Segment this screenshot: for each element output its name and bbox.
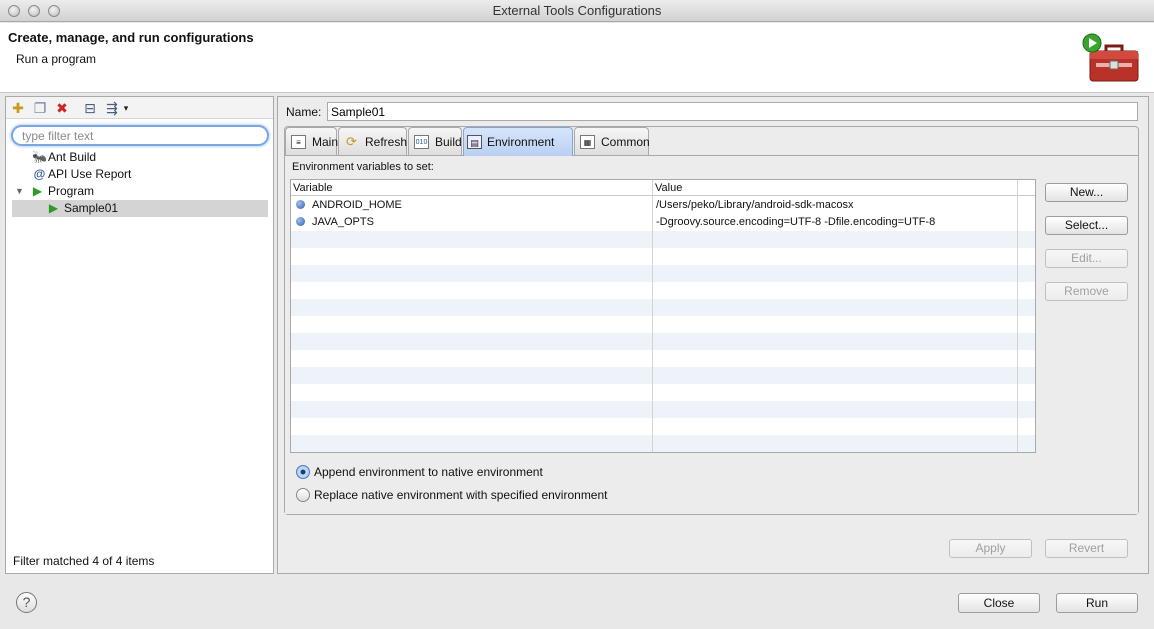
- tree-item-label: API Use Report: [48, 167, 132, 181]
- delete-configuration-icon[interactable]: ✖: [54, 100, 70, 116]
- table-row-empty: [291, 316, 1035, 333]
- close-window-icon[interactable]: [8, 5, 20, 17]
- value-cell: /Users/peko/Library/android-sdk-macosx: [656, 199, 854, 211]
- common-icon: ▦: [580, 135, 595, 149]
- program-run-icon: ▶: [32, 184, 43, 198]
- select-button[interactable]: Select...: [1045, 216, 1128, 235]
- variable-cell: ANDROID_HOME: [312, 199, 402, 211]
- append-environment-radio[interactable]: [296, 465, 310, 479]
- tree-item-sample01[interactable]: ▶ Sample01: [12, 200, 268, 217]
- zoom-window-icon[interactable]: [48, 5, 60, 17]
- header-title: Create, manage, and run configurations: [8, 30, 254, 45]
- name-input[interactable]: [327, 102, 1138, 121]
- tree-item-ant-build[interactable]: 🐜 Ant Build: [12, 149, 268, 166]
- environment-table[interactable]: Variable Value ANDROID_HOME /Users/peko/…: [290, 179, 1036, 453]
- environment-variables-label: Environment variables to set:: [292, 161, 434, 173]
- tab-refresh[interactable]: ⟳ Refresh: [338, 127, 407, 155]
- dialog-header: Create, manage, and run configurations R…: [0, 23, 1154, 93]
- ant-icon: 🐜: [32, 150, 47, 164]
- column-divider: [652, 180, 653, 452]
- tab-label: Build: [435, 135, 462, 149]
- table-row-empty: [291, 282, 1035, 299]
- variable-cell: JAVA_OPTS: [312, 216, 374, 228]
- name-label: Name:: [286, 105, 322, 119]
- configuration-toolbar: ✚ ❐ ✖ ⊟ ⇶ ▾: [6, 97, 273, 119]
- help-icon[interactable]: ?: [16, 592, 37, 613]
- title-bar: External Tools Configurations: [0, 0, 1154, 22]
- tab-common[interactable]: ▦ Common: [574, 127, 650, 155]
- configuration-editor-panel: Name: ≡ Main ⟳ Refresh 010 Build ▤ Envir…: [277, 96, 1149, 574]
- apply-button[interactable]: Apply: [949, 539, 1032, 558]
- variable-icon: [296, 217, 305, 226]
- table-row-empty: [291, 333, 1035, 350]
- remove-button[interactable]: Remove: [1045, 282, 1128, 301]
- table-row-empty: [291, 350, 1035, 367]
- tab-main[interactable]: ≡ Main: [285, 127, 339, 155]
- collapse-all-icon[interactable]: ⊟: [82, 100, 98, 116]
- filter-status: Filter matched 4 of 4 items: [13, 554, 155, 568]
- tab-build[interactable]: 010 Build: [408, 127, 462, 155]
- table-row-empty: [291, 401, 1035, 418]
- table-row-empty: [291, 231, 1035, 248]
- table-row-empty: [291, 418, 1035, 435]
- table-row-empty: [291, 299, 1035, 316]
- chevron-down-icon[interactable]: ▾: [118, 100, 134, 116]
- table-row-empty: [291, 265, 1035, 282]
- value-cell: -Dgroovy.source.encoding=UTF-8 -Dfile.en…: [656, 216, 936, 228]
- at-sign-icon: @: [33, 167, 46, 181]
- close-button[interactable]: Close: [958, 593, 1040, 613]
- table-row-empty: [291, 435, 1035, 452]
- run-button[interactable]: Run: [1056, 593, 1138, 613]
- column-header-variable[interactable]: Variable: [291, 180, 652, 196]
- tree-item-api-use-report[interactable]: @ API Use Report: [12, 166, 268, 183]
- tree-item-label: Ant Build: [48, 150, 97, 164]
- table-row-empty: [291, 367, 1035, 384]
- environment-icon: ▤: [467, 135, 482, 149]
- tree-item-label: Program: [48, 184, 95, 198]
- column-header-filler: [1018, 180, 1035, 196]
- replace-environment-label[interactable]: Replace native environment with specifie…: [314, 488, 608, 502]
- duplicate-configuration-icon[interactable]: ❐: [32, 100, 48, 116]
- tree-item-label: Sample01: [64, 201, 119, 215]
- tab-label: Main: [312, 135, 339, 149]
- tab-label: Refresh: [365, 135, 408, 149]
- new-configuration-icon[interactable]: ✚: [10, 100, 26, 116]
- tab-label: Environment: [487, 135, 555, 149]
- external-tools-icon: [1082, 33, 1139, 82]
- table-row-empty: [291, 384, 1035, 401]
- append-environment-label[interactable]: Append environment to native environment: [314, 465, 543, 479]
- configuration-list-panel: ✚ ❐ ✖ ⊟ ⇶ ▾ 🐜 Ant Build @ API Use Report…: [5, 96, 274, 574]
- replace-environment-radio[interactable]: [296, 488, 310, 502]
- edit-button[interactable]: Edit...: [1045, 249, 1128, 268]
- header-subtitle: Run a program: [16, 52, 97, 66]
- variable-icon: [296, 200, 305, 209]
- column-header-value[interactable]: Value: [653, 180, 1017, 196]
- refresh-icon: ⟳: [346, 134, 357, 149]
- filter-input[interactable]: [11, 125, 269, 146]
- build-icon: 010: [414, 135, 429, 149]
- window-title: External Tools Configurations: [492, 3, 662, 18]
- tree-item-program[interactable]: ▼ ▶ Program: [12, 183, 268, 200]
- main-tab-icon: ≡: [291, 135, 306, 149]
- tab-label: Common: [601, 135, 650, 149]
- tab-environment[interactable]: ▤ Environment: [463, 127, 573, 156]
- column-divider: [1017, 180, 1018, 452]
- minimize-window-icon[interactable]: [28, 5, 40, 17]
- revert-button[interactable]: Revert: [1045, 539, 1128, 558]
- expand-triangle-icon[interactable]: ▼: [12, 184, 27, 199]
- table-row-empty: [291, 248, 1035, 265]
- new-button[interactable]: New...: [1045, 183, 1128, 202]
- program-run-icon: ▶: [48, 201, 59, 215]
